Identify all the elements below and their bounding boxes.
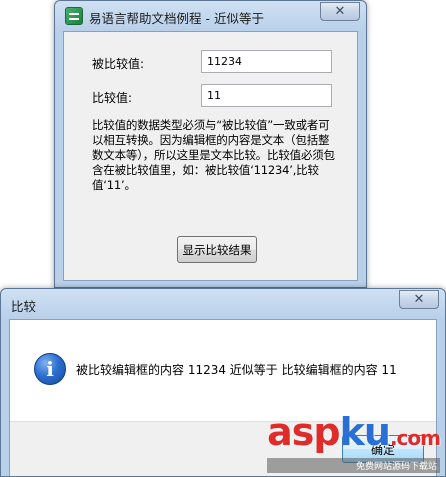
- message-box-footer: 确定: [10, 421, 436, 476]
- compared-value-label: 被比较值:: [92, 57, 145, 71]
- info-icon-glyph: i: [46, 357, 54, 381]
- info-icon: i: [34, 353, 66, 385]
- compare-value-label: 比较值:: [92, 91, 133, 105]
- main-window: 易语言帮助文档例程 - 近似等于 ✕ 被比较值: 11234 比较值: 11 比…: [54, 0, 367, 288]
- ok-button[interactable]: 确定: [342, 435, 424, 463]
- close-icon: ✕: [334, 4, 346, 19]
- message-text: 被比较编辑框的内容 11234 近似等于 比较编辑框的内容 11: [76, 363, 397, 377]
- message-box-title: 比较: [11, 299, 37, 314]
- main-window-title: 易语言帮助文档例程 - 近似等于: [89, 11, 264, 26]
- message-box: 比较 ✕ i 被比较编辑框的内容 11234 近似等于 比较编辑框的内容 11 …: [0, 288, 446, 477]
- message-box-close-button[interactable]: ✕: [399, 290, 439, 309]
- main-client-area: 被比较值: 11234 比较值: 11 比较值的数据类型必须与“被比较值”一致或…: [63, 31, 358, 281]
- show-result-button[interactable]: 显示比较结果: [177, 236, 257, 263]
- main-close-button[interactable]: ✕: [320, 2, 360, 21]
- message-box-client: i 被比较编辑框的内容 11234 近似等于 比较编辑框的内容 11 确定: [9, 319, 437, 476]
- compared-value-input[interactable]: 11234: [201, 50, 332, 73]
- description-text: 比较值的数据类型必须与“被比较值”一致或者可以相互转换。因为编辑框的内容是文本（…: [92, 118, 335, 192]
- compare-value-input[interactable]: 11: [201, 84, 332, 107]
- app-icon: [65, 7, 83, 25]
- close-icon: ✕: [413, 292, 425, 307]
- main-titlebar[interactable]: 易语言帮助文档例程 - 近似等于 ✕: [55, 1, 366, 31]
